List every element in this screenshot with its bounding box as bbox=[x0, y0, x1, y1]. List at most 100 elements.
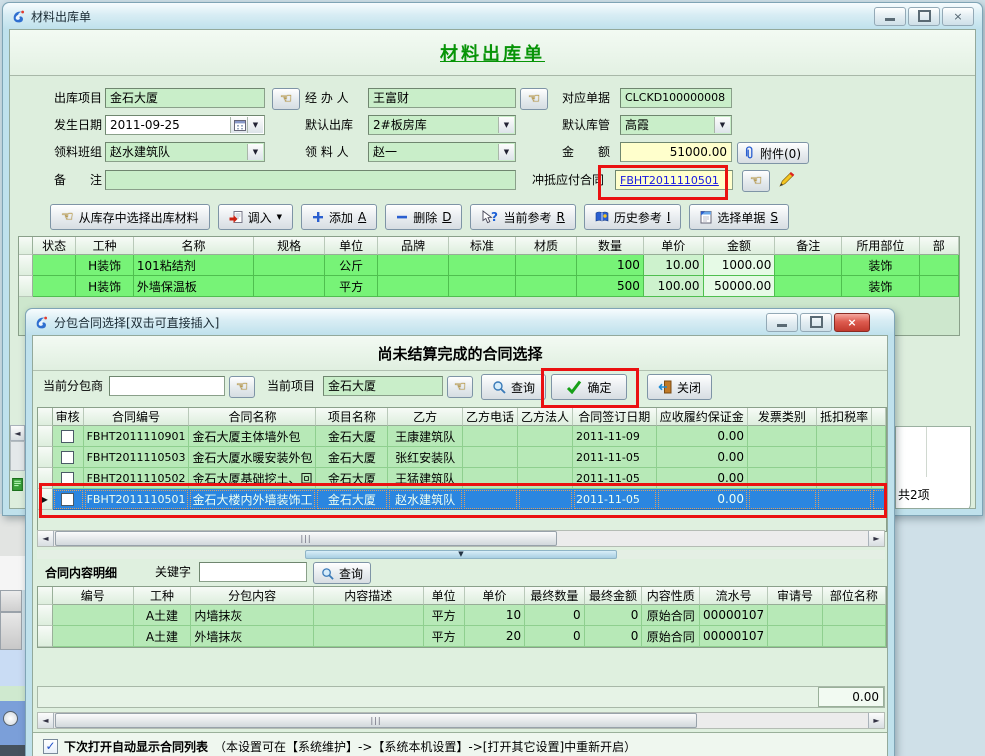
picker-dropdown-button[interactable]: ▼ bbox=[498, 144, 514, 160]
contracts-h-scrollbar[interactable]: ◄ ||| ► bbox=[37, 530, 885, 547]
scroll-thumb[interactable]: ||| bbox=[55, 531, 557, 546]
date-input[interactable]: 2011-09-25 ▼ bbox=[105, 115, 265, 135]
dialog-close-button[interactable]: × bbox=[834, 313, 870, 332]
background-button-fragment[interactable] bbox=[0, 590, 22, 612]
row-checkbox[interactable] bbox=[61, 472, 74, 485]
scroll-left-button[interactable]: ◄ bbox=[38, 531, 54, 546]
table-row[interactable]: H装饰 外墙保温板 平方 500 100.00 50000.00 装饰 bbox=[19, 276, 959, 297]
background-fragment bbox=[0, 556, 25, 590]
offset-contract-input[interactable]: FBHT2011110501 bbox=[615, 170, 733, 190]
contract-row-selected[interactable]: ▶ FBHT2011110501 金石大楼内外墙装饰工 金石大厦 赵水建筑队 2… bbox=[38, 489, 886, 510]
scrollbar-track-fragment[interactable] bbox=[10, 441, 25, 471]
sign-pen-icon[interactable] bbox=[778, 171, 795, 188]
count-panel: 共2项 bbox=[895, 426, 971, 509]
background-button-fragment[interactable] bbox=[0, 612, 22, 650]
cell bbox=[516, 255, 577, 276]
contract-row[interactable]: FBHT2011110502 金石大厦基础挖土、回 金石大厦 王猛建筑队 201… bbox=[38, 468, 886, 489]
delete-button[interactable]: 删除D bbox=[385, 204, 462, 230]
row-checkbox[interactable] bbox=[61, 430, 74, 443]
subcontractor-input[interactable] bbox=[109, 376, 225, 396]
picker-combo[interactable]: 赵一 ▼ bbox=[368, 142, 516, 162]
cell bbox=[53, 605, 133, 626]
detail-row[interactable]: A土建 外墙抹灰 平方 20 0 0 原始合同 00000107 bbox=[38, 626, 886, 647]
maximize-button[interactable] bbox=[908, 7, 940, 26]
contract-picker-button[interactable]: ☜ bbox=[742, 170, 770, 192]
scroll-right-button[interactable]: ► bbox=[868, 713, 884, 728]
dialog-maximize-button[interactable] bbox=[800, 313, 832, 332]
window-controls: × bbox=[874, 7, 974, 26]
current-project-picker-button[interactable]: ☜ bbox=[447, 376, 473, 398]
background-fragment bbox=[0, 745, 25, 756]
auto-show-checkbox[interactable]: ✓ bbox=[43, 739, 58, 754]
radio-icon[interactable] bbox=[3, 711, 18, 726]
cell bbox=[920, 255, 959, 276]
ref-doc-input[interactable]: CLCKD100000008 bbox=[620, 88, 732, 108]
background-fragment bbox=[0, 650, 25, 686]
cell: 2011-11-05 bbox=[573, 447, 657, 468]
select-document-button[interactable]: 选择单据S bbox=[689, 204, 789, 230]
ok-button[interactable]: 确定 bbox=[551, 374, 627, 400]
cell: FBHT2011110501 bbox=[84, 489, 190, 510]
pick-from-stock-button[interactable]: ☜ 从库存中选择出库材料 bbox=[50, 204, 210, 230]
cell bbox=[518, 468, 573, 489]
add-button[interactable]: 添加A bbox=[301, 204, 377, 230]
header-cell: 标准 bbox=[449, 237, 516, 255]
chevron-down-icon: ▼ bbox=[504, 143, 509, 161]
scroll-left-icon: ◄ bbox=[14, 429, 20, 438]
keeper-combo[interactable]: 高霞 ▼ bbox=[620, 115, 732, 135]
subcontractor-label: 当前分包商 bbox=[43, 376, 103, 396]
detail-search-button[interactable]: 查询 bbox=[313, 562, 371, 584]
warehouse-dropdown-button[interactable]: ▼ bbox=[498, 117, 514, 133]
minimize-button[interactable] bbox=[874, 7, 906, 26]
contracts-table: 审核 合同编号 合同名称 项目名称 乙方 乙方电话 乙方法人 合同签订日期 应收… bbox=[37, 407, 887, 532]
row-indicator-header bbox=[38, 408, 53, 426]
materials-header-row: 状态 工种 名称 规格 单位 品牌 标准 材质 数量 单价 金额 备注 所用部位… bbox=[19, 237, 959, 255]
warehouse-combo[interactable]: 2#板房库 ▼ bbox=[368, 115, 516, 135]
date-dropdown-button[interactable]: ▼ bbox=[247, 117, 263, 133]
row-indicator bbox=[19, 255, 33, 276]
history-reference-label: 历史参考 bbox=[614, 209, 662, 226]
close-button[interactable]: × bbox=[942, 7, 974, 26]
cell: 1000.00 bbox=[704, 255, 776, 276]
note-input[interactable] bbox=[105, 170, 516, 190]
h-scrollbar-fragment[interactable]: ◄ bbox=[10, 425, 25, 441]
keeper-dropdown-button[interactable]: ▼ bbox=[714, 117, 730, 133]
contracts-table-inner: 审核 合同编号 合同名称 项目名称 乙方 乙方电话 乙方法人 合同签订日期 应收… bbox=[38, 408, 886, 510]
contract-row[interactable]: FBHT2011110901 金石大厦主体墙外包 金石大厦 王康建筑队 2011… bbox=[38, 426, 886, 447]
detail-row[interactable]: A土建 内墙抹灰 平方 10 0 0 原始合同 00000107 bbox=[38, 605, 886, 626]
header-cell: 单位 bbox=[424, 587, 465, 605]
cell: FBHT2011110502 bbox=[84, 468, 190, 489]
handler-input[interactable]: 王富财 bbox=[368, 88, 516, 108]
header-cell: 规格 bbox=[254, 237, 325, 255]
dialog-minimize-button[interactable] bbox=[766, 313, 798, 332]
team-combo[interactable]: 赵水建筑队 ▼ bbox=[105, 142, 265, 162]
cell bbox=[817, 489, 873, 510]
contract-link[interactable]: FBHT2011110501 bbox=[620, 174, 719, 187]
attachment-button[interactable]: 附件(0) bbox=[737, 142, 809, 164]
current-reference-button[interactable]: 当前参考R bbox=[470, 204, 575, 230]
handler-picker-button[interactable]: ☜ bbox=[520, 88, 548, 110]
row-checkbox[interactable] bbox=[61, 493, 74, 506]
cell bbox=[748, 447, 817, 468]
scroll-right-button[interactable]: ► bbox=[868, 531, 884, 546]
keyword-input[interactable] bbox=[199, 562, 307, 582]
cell bbox=[449, 276, 516, 297]
amount-input[interactable]: 51000.00 bbox=[620, 142, 732, 162]
subcontractor-picker-button[interactable]: ☜ bbox=[229, 376, 255, 398]
project-input[interactable]: 金石大厦 bbox=[105, 88, 265, 108]
team-dropdown-button[interactable]: ▼ bbox=[247, 144, 263, 160]
project-picker-button[interactable]: ☜ bbox=[272, 88, 300, 110]
scroll-thumb[interactable]: ||| bbox=[55, 713, 697, 728]
close-dialog-button[interactable]: 关闭 bbox=[647, 374, 712, 400]
detail-h-scrollbar[interactable]: ◄ ||| ► bbox=[37, 712, 885, 729]
row-checkbox[interactable] bbox=[61, 451, 74, 464]
import-button[interactable]: 调入 ▼ bbox=[218, 204, 293, 230]
contract-row[interactable]: FBHT2011110503 金石大厦水暖安装外包 金石大厦 张红安装队 201… bbox=[38, 447, 886, 468]
history-reference-button[interactable]: 历史参考I bbox=[584, 204, 682, 230]
search-button[interactable]: 查询 bbox=[481, 374, 546, 400]
table-row[interactable]: H装饰 101粘结剂 公斤 100 10.00 1000.00 装饰 bbox=[19, 255, 959, 276]
current-project-input[interactable]: 金石大厦 bbox=[323, 376, 443, 396]
splitter[interactable]: ▼ bbox=[37, 550, 885, 559]
cell bbox=[518, 447, 573, 468]
scroll-left-button[interactable]: ◄ bbox=[38, 713, 54, 728]
